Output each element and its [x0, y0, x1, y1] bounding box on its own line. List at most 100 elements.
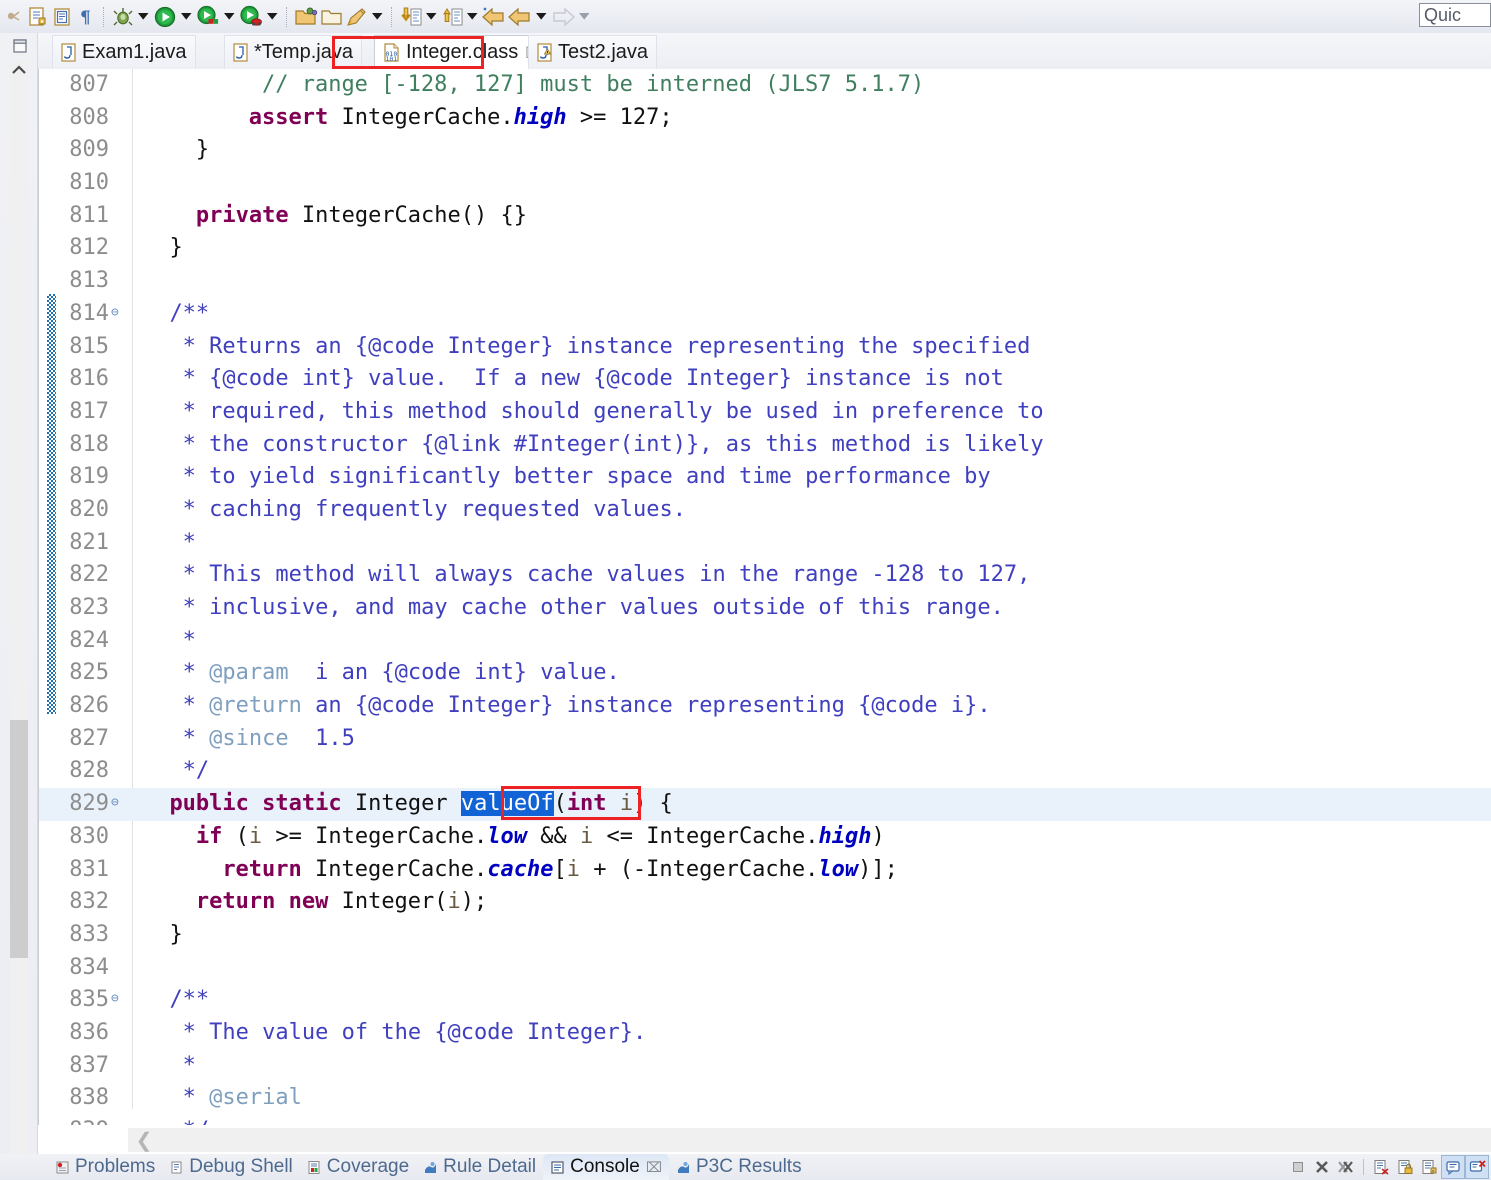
last-edit-location-icon[interactable]	[481, 3, 507, 31]
code-line[interactable]: 813	[39, 265, 1491, 298]
bottom-tab-problems[interactable]: Problems	[48, 1154, 162, 1180]
quick-access-input[interactable]: Quic	[1419, 3, 1491, 27]
editor-vertical-scrollbar[interactable]	[10, 60, 28, 1155]
code-text: * {@code int} value. If a new {@code Int…	[183, 363, 1004, 396]
fold-collapse-icon[interactable]: ⊖	[111, 306, 125, 320]
code-line[interactable]: 810	[39, 167, 1491, 200]
code-line[interactable]: 815 * Returns an {@code Integer} instance…	[39, 331, 1491, 364]
profile-icon[interactable]	[238, 3, 264, 31]
close-icon[interactable]: ⌧	[646, 1159, 662, 1176]
previous-annotation-icon[interactable]	[440, 3, 464, 31]
code-line[interactable]: 812}	[39, 232, 1491, 265]
code-line[interactable]: 820 * caching frequently requested values…	[39, 494, 1491, 527]
forward-icon[interactable]	[550, 3, 576, 31]
code-editor[interactable]: 807 // range [-128, 127] must be interned…	[38, 69, 1491, 1125]
code-line[interactable]: 833}	[39, 919, 1491, 952]
display-selected-console-button[interactable]	[1441, 1155, 1465, 1179]
remove-all-terminated-button[interactable]	[1334, 1155, 1358, 1179]
code-line[interactable]: 814 ⊖ /**	[39, 298, 1491, 331]
forward-dropdown-arrow[interactable]	[576, 3, 593, 31]
external-tools-icon[interactable]	[344, 3, 369, 31]
code-lines[interactable]: 807 // range [-128, 127] must be interned…	[39, 69, 1491, 1125]
editor-tab-test2-java[interactable]: Test2.java	[528, 35, 658, 69]
pin-console-button[interactable]	[1417, 1155, 1441, 1179]
run-icon[interactable]	[152, 3, 178, 31]
code-token: IntegerCache.	[341, 104, 514, 130]
code-line[interactable]: 837 *	[39, 1050, 1491, 1083]
editor-tab-temp-java[interactable]: *Temp.java	[224, 35, 362, 69]
editor-vertical-scrollbar-thumb[interactable]	[10, 720, 28, 958]
external-tools-dropdown-arrow[interactable]	[369, 3, 386, 31]
code-token: i	[566, 856, 580, 882]
code-line[interactable]: 822 * This method will always cache value…	[39, 559, 1491, 592]
code-line[interactable]: 838 * @serial	[39, 1082, 1491, 1115]
code-line[interactable]: 808 assert IntegerCache.high >= 127;	[39, 102, 1491, 135]
line-number: 825	[69, 660, 109, 686]
code-line[interactable]: 819 * to yield significantly better space…	[39, 461, 1491, 494]
code-line[interactable]: 828 */	[39, 755, 1491, 788]
open-type-icon[interactable]	[319, 3, 344, 31]
code-line[interactable]: 831 return IntegerCache.cache[i + (-Integ…	[39, 854, 1491, 887]
debug-last-icon[interactable]	[2, 3, 26, 31]
pilcrow-icon[interactable]: ¶	[74, 3, 98, 31]
back-dropdown-arrow[interactable]	[533, 3, 550, 31]
terminate-button[interactable]	[1286, 1155, 1310, 1179]
clear-console-button[interactable]	[1369, 1155, 1393, 1179]
toolbar-button-group: ¶	[0, 3, 593, 31]
code-line[interactable]: 818 * the constructor {@link #Integer(int…	[39, 429, 1491, 462]
code-token: }	[169, 235, 183, 261]
code-line[interactable]: 839 */	[39, 1115, 1491, 1125]
code-line[interactable]: 826 * @return an {@code Integer} instance…	[39, 690, 1491, 723]
bottom-view-panel: Problems Debug Shell Coverage Rule Detai…	[0, 1154, 1491, 1180]
scroll-left-arrow-icon[interactable]: ❮	[134, 1130, 154, 1152]
previous-annotation-dropdown-arrow[interactable]	[464, 3, 481, 31]
code-line[interactable]: 811 private IntegerCache() {}	[39, 200, 1491, 233]
run-dropdown-arrow[interactable]	[178, 3, 195, 31]
code-line[interactable]: 824 *	[39, 625, 1491, 658]
restore-view-icon[interactable]	[8, 33, 32, 59]
code-line[interactable]: 825 * @param i an {@code int} value.	[39, 657, 1491, 690]
bottom-tab-p3c-results[interactable]: P3C Results	[669, 1154, 809, 1180]
debug-icon[interactable]	[111, 3, 135, 31]
scroll-up-arrow-icon[interactable]	[10, 60, 28, 80]
open-console-button[interactable]	[1465, 1155, 1489, 1179]
new-package-icon[interactable]	[294, 3, 319, 31]
new-java-project-icon[interactable]	[26, 3, 50, 31]
code-line[interactable]: 816 * {@code int} value. If a new {@code …	[39, 363, 1491, 396]
coverage-dropdown-arrow[interactable]	[221, 3, 238, 31]
code-line[interactable]: 817 * required, this method should genera…	[39, 396, 1491, 429]
editor-tab-exam1-java[interactable]: Exam1.java	[52, 35, 196, 69]
editor-tab-integer-class[interactable]: 010 101 Integer.class ⌧	[374, 35, 552, 69]
bottom-tab-debug-shell[interactable]: Debug Shell	[162, 1154, 300, 1180]
code-line[interactable]: 835 ⊖ /**	[39, 984, 1491, 1017]
bottom-tab-coverage[interactable]: Coverage	[300, 1154, 416, 1180]
code-line[interactable]: 821 *	[39, 527, 1491, 560]
debug-dropdown-arrow[interactable]	[135, 3, 152, 31]
next-annotation-icon[interactable]	[399, 3, 423, 31]
code-line[interactable]: 827 * @since 1.5	[39, 723, 1491, 756]
code-line[interactable]: 829 ⊖ public static Integer valueOf(int i)…	[39, 788, 1491, 821]
code-line[interactable]: 807 // range [-128, 127] must be interned…	[39, 69, 1491, 102]
code-text: /**	[169, 984, 209, 1017]
code-line[interactable]: 836 * The value of the {@code Integer}.	[39, 1017, 1491, 1050]
coverage-icon[interactable]	[195, 3, 221, 31]
code-line[interactable]: 832 return new Integer(i);	[39, 886, 1491, 919]
new-java-class-icon[interactable]	[50, 3, 74, 31]
next-annotation-dropdown-arrow[interactable]	[423, 3, 440, 31]
code-line[interactable]: 834	[39, 952, 1491, 985]
back-icon[interactable]	[507, 3, 533, 31]
code-line[interactable]: 809}	[39, 134, 1491, 167]
code-token: >= IntegerCache.	[262, 823, 488, 849]
code-text: * inclusive, and may cache other values …	[183, 592, 1004, 625]
code-line[interactable]: 823 * inclusive, and may cache other valu…	[39, 592, 1491, 625]
code-token: /**	[169, 987, 210, 1013]
fold-collapse-icon[interactable]: ⊖	[111, 796, 125, 810]
code-line[interactable]: 830 if (i >= IntegerCache.low && i <= Int…	[39, 821, 1491, 854]
editor-horizontal-scrollbar[interactable]: ❮	[128, 1128, 1491, 1152]
bottom-tab-console[interactable]: Console ⌧	[543, 1154, 669, 1180]
bottom-tab-rule-detail[interactable]: Rule Detail	[416, 1154, 543, 1180]
scroll-lock-button[interactable]	[1393, 1155, 1417, 1179]
remove-launch-button[interactable]	[1310, 1155, 1334, 1179]
fold-collapse-icon[interactable]: ⊖	[111, 992, 125, 1006]
profile-dropdown-arrow[interactable]	[264, 3, 281, 31]
